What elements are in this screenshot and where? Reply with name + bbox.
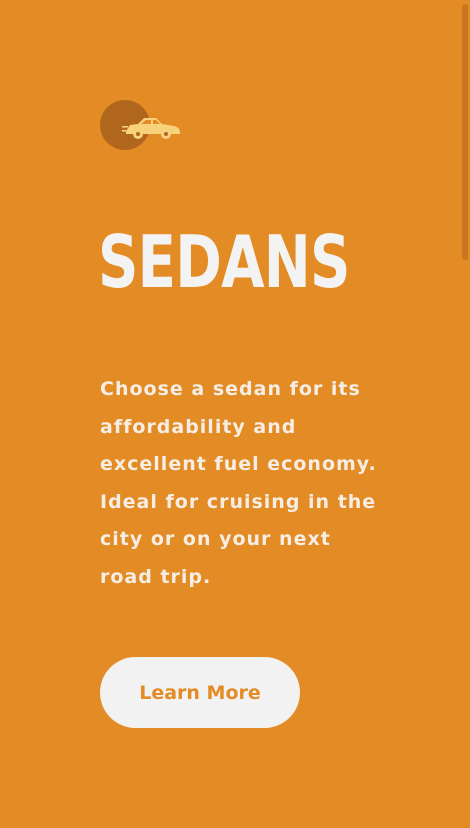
sedan-car-icon <box>122 118 180 139</box>
scrollbar[interactable] <box>458 0 470 828</box>
page: SEDANS Choose a sedan for its affordabil… <box>0 0 470 828</box>
page-title: SEDANS <box>98 220 350 304</box>
learn-more-button[interactable]: Learn More <box>100 657 300 728</box>
category-icon <box>100 100 184 150</box>
description-text: Choose a sedan for its affordability and… <box>100 378 377 588</box>
scrollbar-thumb[interactable] <box>462 4 468 260</box>
